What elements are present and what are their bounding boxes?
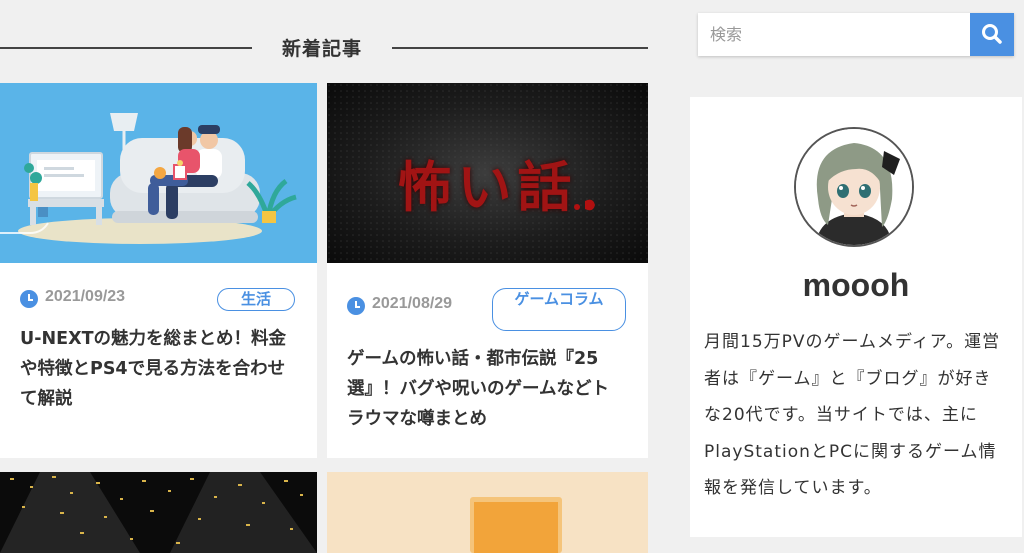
section-title: 新着記事 (281, 38, 362, 60)
confetti-thumbnail-art (0, 472, 317, 553)
clock-icon (20, 290, 38, 308)
profile-name: moooh (802, 267, 910, 303)
heading-divider-left (0, 47, 252, 49)
avatar[interactable] (794, 127, 914, 247)
search-box (698, 13, 1014, 56)
post-meta: 2021/09/23 生活 (20, 288, 295, 318)
post-card[interactable]: 怖い話 2021/08/29 ゲームコラム ゲームの怖い話・都市伝説『25選』！… (327, 83, 648, 458)
section-heading: 新着記事 (0, 30, 648, 64)
post-thumbnail[interactable]: 怖い話 (327, 83, 648, 263)
post-category-tag[interactable]: 生活 (217, 288, 295, 311)
post-title[interactable]: ゲームの怖い話・都市伝説『25選』！バグや呪いのゲームなどトラウマな噂まとめ (347, 344, 626, 434)
post-thumbnail[interactable] (327, 472, 648, 553)
post-thumbnail[interactable] (0, 472, 317, 553)
search-button[interactable] (970, 13, 1014, 56)
avatar-illustration (796, 129, 912, 245)
post-card[interactable]: 2021/09/23 生活 U-NEXTの魅力を総まとめ！料金や特徴とPS4で見… (0, 83, 317, 458)
heading-divider-right (392, 47, 648, 49)
profile-description: 月間15万PVのゲームメディア。運営者は『ゲーム』と『ブログ』が好きな20代です… (704, 332, 1001, 498)
search-input[interactable] (698, 13, 970, 56)
post-category-tag[interactable]: ゲームコラム (492, 288, 626, 331)
orange-box-thumbnail-art (327, 472, 648, 553)
post-thumbnail[interactable] (0, 83, 317, 263)
post-card[interactable] (327, 472, 648, 553)
profile-widget: moooh 月間15万PVのゲームメディア。運営者は『ゲーム』と『ブログ』が好き… (690, 97, 1022, 537)
post-date: 2021/08/29 (372, 295, 453, 312)
thumbnail-title-text: 怖い話 (397, 155, 578, 219)
post-date: 2021/09/23 (45, 288, 126, 305)
post-meta: 2021/08/29 ゲームコラム (347, 288, 626, 331)
post-card[interactable] (0, 472, 317, 553)
search-icon (982, 24, 1002, 44)
couch-illustration (0, 83, 317, 263)
post-title[interactable]: U-NEXTの魅力を総まとめ！料金や特徴とPS4で見る方法を合わせて解説 (20, 324, 295, 414)
clock-icon (347, 297, 365, 315)
